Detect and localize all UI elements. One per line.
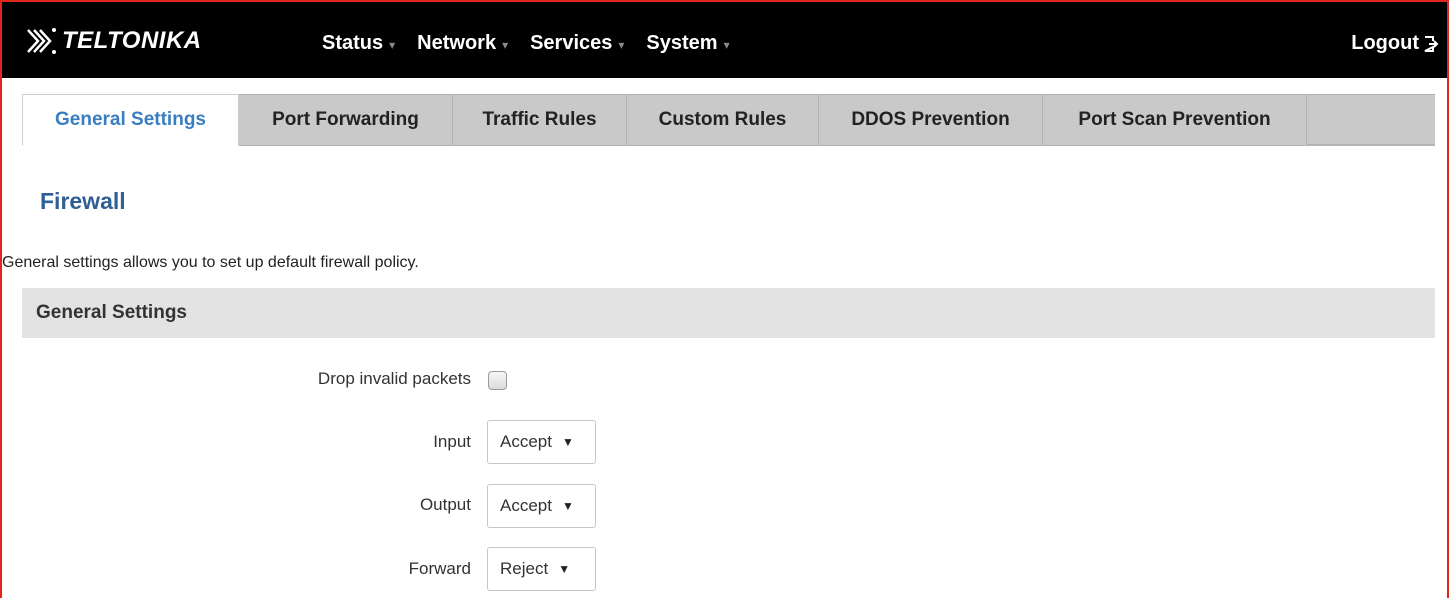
dropdown-arrow-icon: ▼: [558, 562, 571, 576]
tab-label: General Settings: [55, 109, 206, 130]
input-policy-select[interactable]: Accept ▼: [487, 420, 596, 464]
tab-label: Custom Rules: [658, 109, 787, 130]
page-title: Firewall: [40, 188, 126, 214]
teltonika-logo-icon: [27, 28, 56, 54]
select-value: Reject: [500, 559, 549, 578]
tab-custom-rules[interactable]: Custom Rules: [627, 94, 819, 146]
tab-port-scan-prevention[interactable]: Port Scan Prevention: [1043, 94, 1307, 146]
page-description: General settings allows you to set up de…: [2, 254, 419, 271]
drop-invalid-packets-checkbox[interactable]: [488, 371, 507, 390]
nav-item-services[interactable]: Services ▾: [530, 32, 624, 55]
nav-item-system[interactable]: System ▾: [646, 32, 729, 55]
nav-item-label: Network: [417, 32, 497, 54]
logout-label: Logout: [1351, 32, 1419, 54]
forward-policy-label: Forward: [408, 559, 471, 578]
tab-ddos-prevention[interactable]: DDOS Prevention: [819, 94, 1043, 146]
tab-bar: General Settings Port Forwarding Traffic…: [22, 94, 1435, 146]
tab-bar-filler: [1307, 94, 1435, 145]
chevron-down-icon: ▾: [723, 37, 730, 52]
tab-general-settings[interactable]: General Settings: [22, 94, 239, 146]
drop-invalid-packets-label: Drop invalid packets: [317, 369, 471, 388]
select-value: Accept: [500, 432, 552, 451]
top-navbar: TELTONIKA Status ▾ Network ▾ Services ▾ …: [2, 2, 1447, 78]
logout-button[interactable]: Logout: [1351, 32, 1439, 55]
brand-logo[interactable]: TELTONIKA: [24, 26, 202, 56]
section-title: General Settings: [36, 302, 187, 323]
select-value: Accept: [500, 496, 552, 515]
nav-item-label: Status: [322, 32, 384, 54]
tab-label: DDOS Prevention: [851, 109, 1010, 130]
tab-label: Port Forwarding: [272, 109, 419, 130]
chevron-down-icon: ▾: [389, 37, 396, 52]
logout-icon: [1424, 35, 1439, 52]
brand-name: TELTONIKA: [62, 27, 202, 54]
section-header: General Settings: [22, 288, 1435, 338]
dropdown-arrow-icon: ▼: [561, 435, 574, 449]
tab-traffic-rules[interactable]: Traffic Rules: [453, 94, 627, 146]
forward-policy-select[interactable]: Reject ▼: [487, 547, 596, 591]
nav-item-label: Services: [530, 32, 613, 54]
chevron-down-icon: ▾: [618, 37, 625, 52]
nav-item-network[interactable]: Network ▾: [417, 32, 508, 55]
nav-item-status[interactable]: Status ▾: [322, 32, 395, 55]
tab-label: Traffic Rules: [482, 109, 597, 130]
tab-label: Port Scan Prevention: [1078, 109, 1271, 130]
chevron-down-icon: ▾: [502, 37, 509, 52]
dropdown-arrow-icon: ▼: [561, 499, 574, 513]
output-policy-select[interactable]: Accept ▼: [487, 484, 596, 528]
nav-item-label: System: [646, 32, 718, 54]
tab-port-forwarding[interactable]: Port Forwarding: [239, 94, 453, 146]
output-policy-label: Output: [419, 495, 471, 514]
input-policy-label: Input: [433, 432, 471, 451]
main-nav: Status ▾ Network ▾ Services ▾ System ▾: [322, 32, 730, 55]
